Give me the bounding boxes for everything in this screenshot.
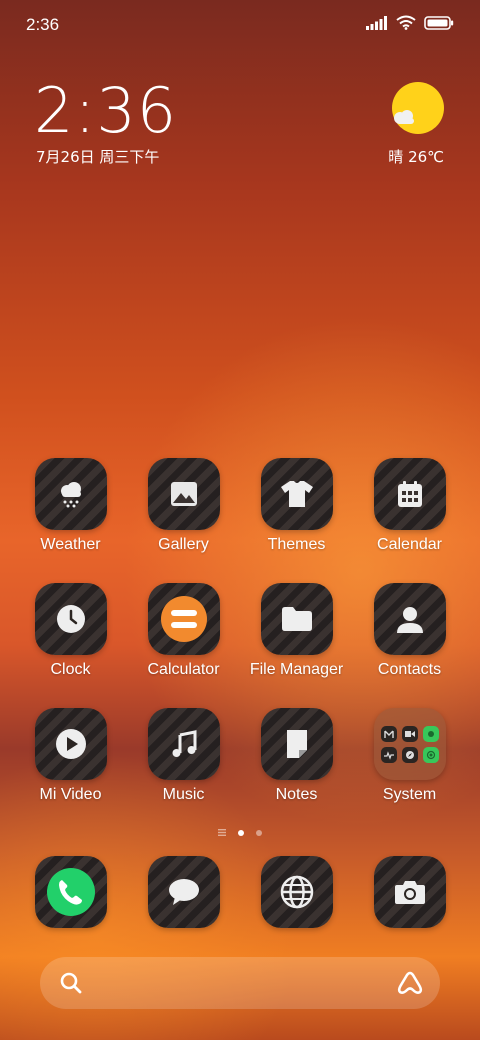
signal-icon [366,15,387,30]
clock-icon [56,605,85,633]
wifi-icon [396,15,416,30]
page-dot [256,829,262,836]
fingerprint-icon [422,746,439,763]
compass-icon [401,746,418,763]
status-time: 2:36 [26,15,60,34]
app-gallery[interactable]: Gallery [127,458,240,554]
dock-phone[interactable] [14,856,127,928]
status-icons [366,15,454,30]
pulse-icon [380,746,397,763]
calendar-icon [397,481,422,507]
dock-messages[interactable] [127,856,240,928]
app-label: Music [162,786,205,803]
app-calculator[interactable]: Calculator [127,583,240,679]
app-label: Calculator [147,661,220,678]
list-page-icon [218,829,226,836]
clock-widget-time[interactable]: 2:36 [34,78,177,144]
app-label: File Manager [249,661,344,678]
note-icon [286,730,307,758]
folder-preview-grid [380,725,439,763]
play-icon [55,729,86,759]
app-file-manager[interactable]: File Manager [240,583,353,679]
image-icon [170,482,197,506]
green-app-icon [422,725,439,742]
app-calendar[interactable]: Calendar [353,458,466,554]
status-bar: 2:36 [0,0,480,50]
cloud-icon [394,110,414,124]
app-mi-video[interactable]: Mi Video [14,708,127,804]
video-camera-icon [401,725,418,742]
app-label: System [382,786,437,803]
music-note-icon [172,730,196,757]
weather-widget[interactable]: 晴 26℃ [354,82,444,172]
search-bar[interactable] [40,957,440,1009]
app-label: Themes [267,536,326,553]
app-folder-system[interactable]: System [353,708,466,804]
app-notes[interactable]: Notes [240,708,353,804]
mi-icon [380,725,397,742]
search-icon [60,972,82,994]
messages-icon [168,879,199,905]
snow-cloud-icon [60,482,81,508]
sun-icon [392,82,444,134]
calculator-icon [160,596,207,642]
folder-icon [281,607,312,631]
clock-widget-date: 7月26日 周三下午 [36,148,160,166]
dock-camera[interactable] [353,856,466,928]
dock-browser[interactable] [240,856,353,928]
app-label: Gallery [158,536,209,553]
app-music[interactable]: Music [127,708,240,804]
app-label: Notes [275,786,318,803]
battery-icon [424,15,454,30]
app-label: Mi Video [39,786,102,803]
app-themes[interactable]: Themes [240,458,353,554]
camera-icon [394,881,425,904]
page-dot-active [238,829,244,836]
app-label: Calendar [377,536,442,553]
app-clock[interactable]: Clock [14,583,127,679]
phone-icon [46,868,95,916]
person-icon [396,607,423,633]
app-label: Clock [50,661,91,678]
app-label: Weather [40,536,101,553]
assistant-icon[interactable] [396,971,424,995]
app-contacts[interactable]: Contacts [353,583,466,679]
app-weather[interactable]: Weather [14,458,127,554]
globe-icon [280,875,313,909]
weather-widget-text: 晴 26℃ [388,148,444,166]
tshirt-icon [280,481,313,507]
page-indicator[interactable] [0,829,480,836]
app-label: Contacts [377,661,442,678]
